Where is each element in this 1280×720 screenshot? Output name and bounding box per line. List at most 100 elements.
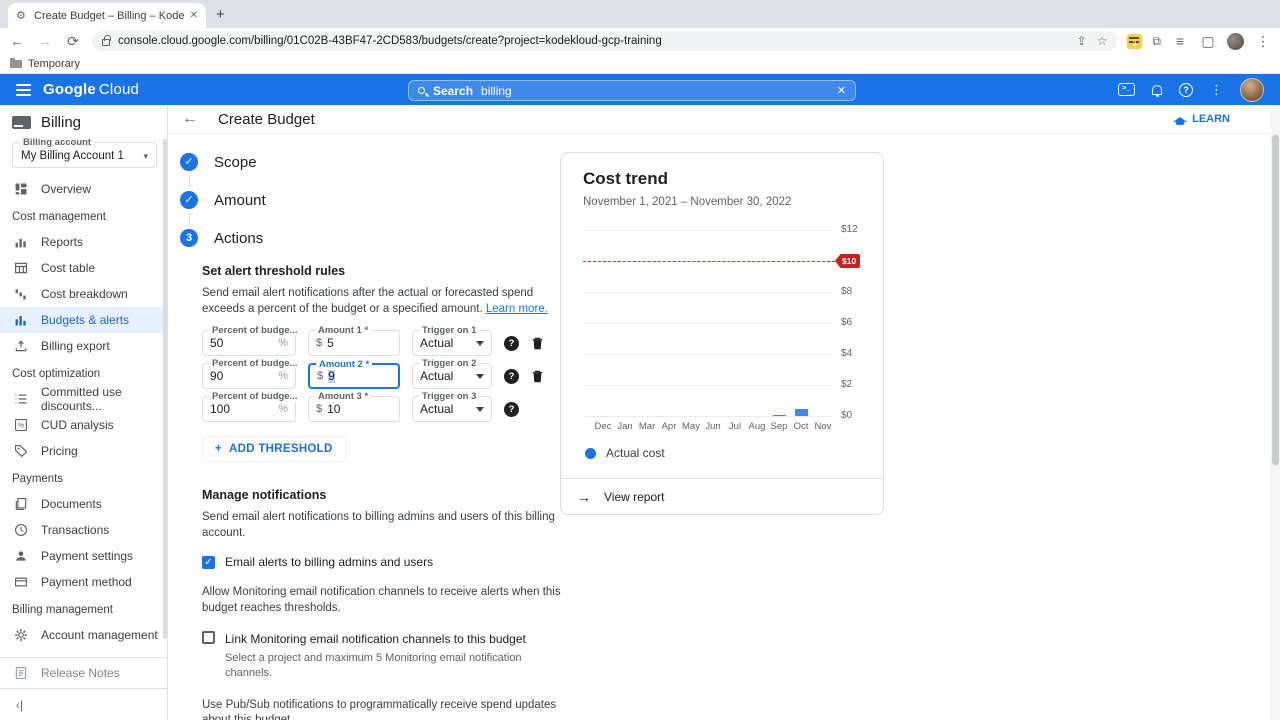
view-report-button[interactable]: → View report — [561, 479, 883, 514]
trigger-on-select-3[interactable]: Trigger on 3 Actual — [412, 396, 492, 422]
list-icon — [14, 392, 28, 406]
sidebar-item-documents[interactable]: Documents — [0, 491, 167, 517]
trigger-help-icon[interactable]: ? — [504, 402, 519, 417]
account-avatar[interactable] — [1240, 78, 1264, 102]
trigger-on-select-2[interactable]: Trigger on 2 Actual — [412, 363, 492, 389]
tag-icon — [14, 444, 28, 458]
pubsub-description: Use Pub/Sub notifications to programmati… — [202, 698, 562, 720]
extensions-puzzle-icon[interactable]: ⧉ — [1152, 34, 1161, 49]
page-scrollbar-thumb[interactable] — [1272, 135, 1279, 465]
browser-navbar: ← → ⟳ console.cloud.google.com/billing/0… — [0, 28, 1280, 54]
credit-card-icon — [14, 575, 28, 589]
percent-of-budget-input-2[interactable]: Percent of budge... 90 % — [202, 363, 296, 389]
sidebar-item-cost-breakdown[interactable]: Cost breakdown — [0, 281, 167, 307]
tab-close-icon[interactable]: ✕ — [190, 10, 198, 21]
chart-gridline — [583, 385, 831, 386]
add-threshold-button[interactable]: + ADD THRESHOLD — [202, 436, 346, 462]
url-text[interactable]: console.cloud.google.com/billing/01C02B-… — [118, 35, 1069, 47]
address-bar[interactable]: console.cloud.google.com/billing/01C02B-… — [92, 31, 1117, 51]
cost-trend-title: Cost trend — [583, 169, 861, 189]
bookmark-star-icon[interactable]: ☆ — [1097, 34, 1108, 48]
share-icon[interactable]: ⇪ — [1077, 34, 1087, 48]
search-clear-icon[interactable]: ✕ — [837, 84, 846, 97]
page-scrollbar[interactable] — [1271, 105, 1280, 720]
sidebar-item-committed-use-discounts[interactable]: Committed use discounts... — [0, 386, 167, 412]
y-axis-tick: $8 — [841, 286, 852, 297]
sidebar-item-payment-method[interactable]: Payment method — [0, 569, 167, 595]
billing-account-value: My Billing Account 1 — [21, 150, 124, 162]
delete-threshold-icon[interactable] — [531, 337, 544, 350]
sidebar-item-pricing[interactable]: Pricing — [0, 438, 167, 464]
bookmark-folder-label[interactable]: Temporary — [28, 58, 80, 70]
delete-threshold-icon[interactable] — [531, 370, 544, 383]
tab-title: Create Budget – Billing – Kode — [34, 10, 184, 22]
bookmarks-bar: Temporary — [0, 54, 1280, 74]
chart-gridline — [583, 416, 831, 417]
overview-icon — [14, 182, 28, 196]
extension-badge: 3 — [1129, 41, 1139, 43]
sidebar-item-cost-table[interactable]: Cost table — [0, 255, 167, 281]
learn-more-link[interactable]: Learn more. — [486, 303, 548, 315]
billing-product-title: Billing — [41, 114, 81, 131]
browser-profile-avatar[interactable] — [1227, 33, 1244, 50]
search-query-text[interactable]: billing — [481, 84, 829, 98]
step-done-icon: ✓ — [180, 191, 198, 209]
sidebar-collapse-button[interactable]: ‹| — [0, 688, 167, 720]
percent-of-budget-input-3[interactable]: Percent of budge... 100 % — [202, 396, 296, 422]
step-connector — [189, 174, 190, 188]
email-alerts-checkbox[interactable]: ✓ — [202, 556, 215, 569]
back-arrow-icon[interactable]: ← — [182, 110, 198, 128]
cost-trend-card: Cost trend November 1, 2021 – November 3… — [560, 152, 884, 515]
billing-account-select[interactable]: Billing account My Billing Account 1 ▾ — [12, 142, 157, 168]
amount-input-1[interactable]: Amount 1 * $ 5 — [308, 330, 400, 356]
sidebar-item-budgets-alerts[interactable]: Budgets & alerts — [0, 307, 167, 333]
plus-icon: + — [215, 443, 222, 455]
window-icon[interactable]: ▢ — [1199, 33, 1217, 50]
sidebar-item-transactions[interactable]: Transactions — [0, 517, 167, 543]
trigger-help-icon[interactable]: ? — [504, 369, 519, 384]
google-cloud-logo[interactable]: GoogleCloud — [43, 81, 139, 98]
threshold-row: Percent of budge... 100 % Amount 3 * $ 1… — [202, 396, 562, 422]
amount-input-2[interactable]: Amount 2 * $ 9 — [308, 363, 400, 389]
chart-gridline — [583, 354, 831, 355]
link-monitoring-checkbox-row: Link Monitoring email notification chann… — [202, 630, 562, 682]
learn-button[interactable]: LEARN — [1173, 113, 1230, 125]
chevron-down-icon — [476, 341, 484, 346]
sidebar-item-billing-export[interactable]: Billing export — [0, 333, 167, 359]
amount-input-3[interactable]: Amount 3 * $ 10 — [308, 396, 400, 422]
sidebar-scrollbar[interactable] — [163, 139, 167, 639]
reload-icon[interactable]: ⟳ — [64, 33, 82, 50]
hamburger-menu-icon[interactable] — [16, 81, 31, 99]
trigger-help-icon[interactable]: ? — [504, 336, 519, 351]
forward-icon[interactable]: → — [36, 33, 54, 49]
release-notes-icon — [14, 666, 28, 680]
main-panel: ← Create Budget LEARN ✓ Scope ✓ Amount 3… — [168, 105, 1280, 720]
browser-tab[interactable]: ⚙ Create Budget – Billing – Kode ✕ — [8, 3, 206, 28]
screenshot-extension-icon[interactable]: 3 — [1127, 34, 1142, 49]
cloud-shell-icon[interactable]: >_ — [1118, 83, 1135, 96]
link-monitoring-checkbox[interactable] — [202, 631, 215, 644]
back-icon[interactable]: ← — [8, 33, 26, 49]
new-tab-button[interactable]: + — [216, 6, 225, 23]
sidebar-item-overview[interactable]: Overview — [0, 176, 167, 202]
sidebar-item-release-notes[interactable]: Release Notes — [0, 658, 167, 688]
notifications-bell-icon[interactable] — [1152, 85, 1162, 95]
threshold-heading: Set alert threshold rules — [202, 264, 562, 278]
sidebar-item-cud-analysis[interactable]: % CUD analysis — [0, 412, 167, 438]
sidebar-item-payment-settings[interactable]: Payment settings — [0, 543, 167, 569]
email-alerts-checkbox-row: ✓ Email alerts to billing admins and use… — [202, 555, 562, 569]
header-overflow-icon[interactable]: ⋮ — [1210, 82, 1223, 98]
documents-icon — [14, 497, 28, 511]
playlist-icon[interactable]: ≡ — [1171, 33, 1189, 49]
help-icon[interactable]: ? — [1179, 83, 1193, 97]
budget-amount-badge: $10 — [835, 254, 860, 268]
collapse-icon: ‹| — [16, 698, 23, 712]
budget-threshold-line — [583, 261, 835, 262]
trigger-on-select-1[interactable]: Trigger on 1 Actual — [412, 330, 492, 356]
search-bar[interactable]: Search billing ✕ — [408, 80, 856, 101]
sidebar-item-account-management[interactable]: Account management — [0, 622, 167, 648]
y-axis-tick: $2 — [841, 379, 852, 390]
browser-menu-icon[interactable]: ⋮ — [1254, 33, 1272, 50]
sidebar-item-reports[interactable]: Reports — [0, 229, 167, 255]
percent-of-budget-input-1[interactable]: Percent of budge... 50 % — [202, 330, 296, 356]
